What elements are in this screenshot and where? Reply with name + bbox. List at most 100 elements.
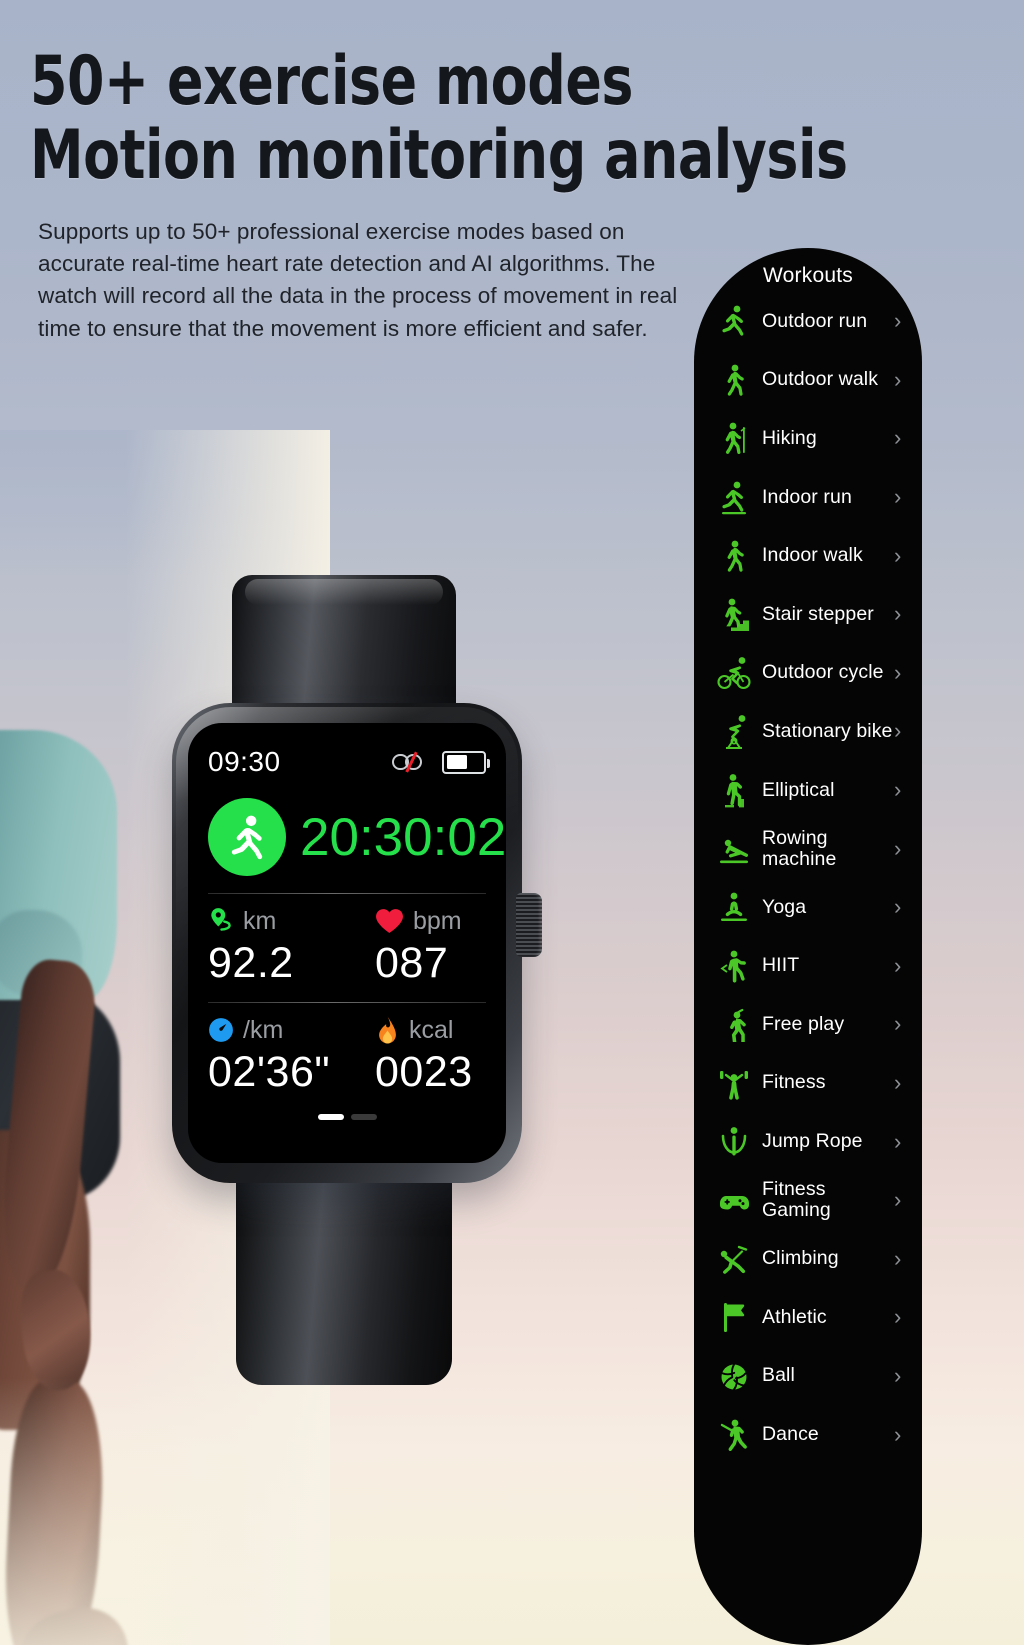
- chevron-right-icon[interactable]: ›: [894, 1423, 910, 1446]
- chevron-right-icon[interactable]: ›: [894, 896, 910, 918]
- workout-item-label: Dance: [762, 1423, 819, 1446]
- workout-item-outdoor-cycle[interactable]: Outdoor cycle ›: [694, 644, 922, 703]
- metric-unit: km: [243, 906, 277, 935]
- metric-value: 087: [375, 939, 449, 987]
- chevron-right-icon[interactable]: ›: [894, 1130, 910, 1153]
- metrics-row-1: km 92.2 bpm 087: [208, 894, 486, 988]
- workout-item-hiking[interactable]: Hiking ›: [694, 409, 922, 468]
- headline-line-2: Motion monitoring analysis: [30, 116, 848, 195]
- workout-item-label: Stair stepper: [762, 602, 874, 625]
- metrics-row-2: /km 02'36" kcal 0023: [208, 1003, 486, 1097]
- chevron-right-icon[interactable]: ›: [894, 720, 910, 742]
- workout-item-label: Yoga: [762, 895, 807, 918]
- workouts-panel: Workouts Outdoor run › Outdoor walk › Hiking…: [694, 248, 922, 1645]
- workout-item-ball[interactable]: Ball ›: [694, 1347, 922, 1406]
- workout-item-label: Hiking: [762, 426, 817, 449]
- metric-value: 0023: [375, 1048, 473, 1096]
- workout-item-label: Outdoor run: [762, 309, 868, 332]
- workout-item-climbing[interactable]: Climbing ›: [694, 1230, 922, 1289]
- page-dot[interactable]: [350, 1114, 377, 1120]
- chevron-right-icon[interactable]: ›: [894, 1364, 910, 1387]
- chevron-right-icon[interactable]: ›: [894, 954, 910, 977]
- chevron-right-icon[interactable]: ›: [894, 544, 910, 567]
- stationary-bike-icon: [712, 711, 756, 751]
- climbing-icon: [712, 1239, 756, 1279]
- workout-item-dance[interactable]: Dance ›: [694, 1405, 922, 1464]
- workout-item-jump-rope[interactable]: Jump Rope ›: [694, 1112, 922, 1171]
- heart-icon: [376, 909, 403, 933]
- watch-strap-bottom: [236, 1165, 452, 1385]
- chevron-right-icon[interactable]: ›: [894, 1072, 910, 1094]
- outdoor-cycle-icon: [712, 653, 756, 693]
- workout-item-outdoor-run[interactable]: Outdoor run ›: [694, 292, 922, 351]
- workouts-title: Workouts: [763, 264, 853, 287]
- watch-screen[interactable]: 09:30 20:30:02 km 92.2 bpm 087 /km 02'36…: [188, 723, 506, 1163]
- ball-icon: [712, 1356, 756, 1396]
- workout-item-rowing-machine[interactable]: Rowing machine ›: [694, 819, 922, 878]
- workout-item-label: Outdoor cycle: [762, 661, 884, 684]
- workout-item-label: Rowing machine: [762, 826, 837, 870]
- chevron-right-icon[interactable]: ›: [894, 837, 910, 860]
- workout-item-yoga[interactable]: Yoga ›: [694, 878, 922, 937]
- fitness-gaming-icon: [712, 1180, 756, 1220]
- hiit-icon: [712, 946, 756, 986]
- workout-timer: 20:30:02: [300, 807, 506, 867]
- chevron-right-icon[interactable]: ›: [894, 1247, 910, 1270]
- outdoor-walk-icon: [712, 360, 756, 400]
- rowing-machine-icon: [712, 829, 756, 869]
- chevron-right-icon[interactable]: ›: [894, 1013, 910, 1035]
- metric-unit: bpm: [413, 906, 462, 935]
- chevron-right-icon[interactable]: ›: [894, 1189, 910, 1211]
- workout-item-indoor-walk[interactable]: Indoor walk ›: [694, 526, 922, 585]
- workout-item-label: Indoor walk: [762, 544, 863, 567]
- workout-item-athletic[interactable]: Athletic ›: [694, 1288, 922, 1347]
- free-play-icon: [712, 1004, 756, 1044]
- chevron-right-icon[interactable]: ›: [894, 779, 910, 801]
- elliptical-icon: [712, 770, 756, 810]
- chevron-right-icon[interactable]: ›: [894, 427, 910, 449]
- jump-rope-icon: [712, 1122, 756, 1162]
- chevron-right-icon[interactable]: ›: [894, 310, 910, 332]
- fitness-icon: [712, 1063, 756, 1103]
- workout-item-outdoor-walk[interactable]: Outdoor walk ›: [694, 351, 922, 410]
- page-dot-active[interactable]: [317, 1114, 344, 1120]
- workout-item-label: Outdoor walk: [762, 368, 879, 391]
- chevron-right-icon[interactable]: ›: [894, 661, 910, 684]
- workout-item-label: Jump Rope: [762, 1130, 863, 1153]
- stair-stepper-icon: [712, 594, 756, 634]
- hiking-icon: [712, 418, 756, 458]
- running-icon: [208, 798, 286, 876]
- workout-item-label: Fitness: [762, 1071, 826, 1094]
- page-title: 50+ exercise modes Motion monitoring ana…: [30, 48, 848, 190]
- broken-link-icon: [392, 751, 432, 773]
- workout-item-stationary-bike[interactable]: Stationary bike ›: [694, 702, 922, 761]
- metric-value: 92.2: [208, 939, 294, 987]
- workout-item-fitness[interactable]: Fitness ›: [694, 1054, 922, 1113]
- workout-item-free-play[interactable]: Free play ›: [694, 995, 922, 1054]
- status-bar: 09:30: [208, 745, 490, 779]
- workout-item-hiit[interactable]: HIIT ›: [694, 937, 922, 996]
- workouts-list[interactable]: Outdoor run › Outdoor walk › Hiking › Indoor r…: [694, 292, 922, 1464]
- metric-distance: km 92.2: [208, 894, 347, 988]
- metric-unit: /km: [243, 1015, 284, 1044]
- workout-item-label: Ball: [762, 1364, 795, 1387]
- workout-item-indoor-run[interactable]: Indoor run ›: [694, 468, 922, 527]
- dance-icon: [712, 1415, 756, 1455]
- watch-crown-button[interactable]: [516, 893, 542, 957]
- workout-item-stair-stepper[interactable]: Stair stepper ›: [694, 585, 922, 644]
- chevron-right-icon[interactable]: ›: [894, 368, 910, 391]
- metric-unit: kcal: [409, 1015, 454, 1044]
- workout-item-label: Free play: [762, 1012, 845, 1035]
- headline-line-1: 50+ exercise modes: [30, 42, 634, 121]
- yoga-icon: [712, 887, 756, 927]
- metric-calories: kcal 0023: [347, 1003, 486, 1097]
- page-indicator: [208, 1114, 486, 1120]
- speedometer-icon: [209, 1018, 233, 1042]
- chevron-right-icon[interactable]: ›: [894, 486, 910, 508]
- workout-item-label: Elliptical: [762, 778, 835, 801]
- workout-item-fitness-gaming[interactable]: Fitness Gaming ›: [694, 1171, 922, 1230]
- workout-item-elliptical[interactable]: Elliptical ›: [694, 761, 922, 820]
- indoor-run-icon: [712, 477, 756, 517]
- chevron-right-icon[interactable]: ›: [894, 1306, 910, 1328]
- chevron-right-icon[interactable]: ›: [894, 603, 910, 625]
